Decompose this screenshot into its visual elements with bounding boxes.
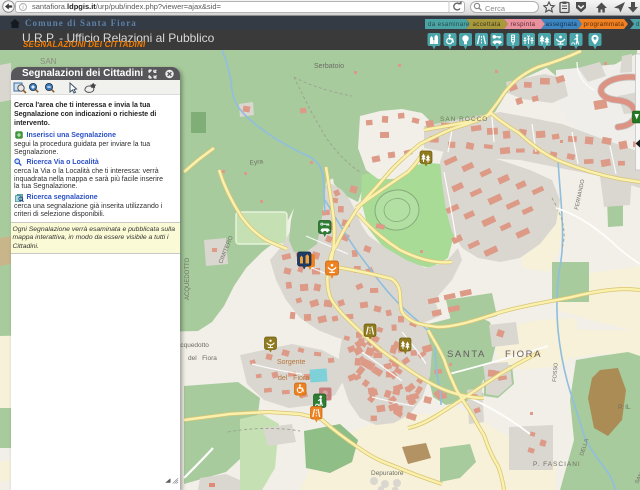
svg-text:SAN ROCCO: SAN ROCCO	[440, 116, 488, 123]
svg-text:programmata: programmata	[584, 21, 625, 28]
svg-text:SANTA: SANTA	[447, 349, 486, 360]
svg-text:P. FASCIANI: P. FASCIANI	[533, 461, 581, 468]
svg-text:del Fiora: del Fiora	[278, 375, 309, 382]
svg-text:P. IL: P. IL	[618, 404, 631, 411]
svg-text:Acquedotto: Acquedotto	[176, 342, 209, 349]
svg-text:da esaminare: da esaminare	[428, 21, 470, 28]
svg-text:FIORA: FIORA	[505, 349, 542, 360]
svg-text:accettata: accettata	[473, 21, 501, 28]
svg-text:Serbatoio: Serbatoio	[314, 63, 344, 70]
svg-text:assegnata: assegnata	[546, 21, 578, 28]
svg-text:Depuratore: Depuratore	[371, 470, 404, 477]
svg-text:respinta: respinta	[511, 21, 536, 28]
svg-text:del Fiora: del Fiora	[188, 355, 217, 362]
svg-text:d: d	[636, 21, 640, 28]
svg-text:Sorgente: Sorgente	[277, 359, 306, 366]
svg-text:SAN: SAN	[40, 57, 57, 66]
svg-text:ACQUEDOTTO: ACQUEDOTTO	[185, 257, 191, 300]
